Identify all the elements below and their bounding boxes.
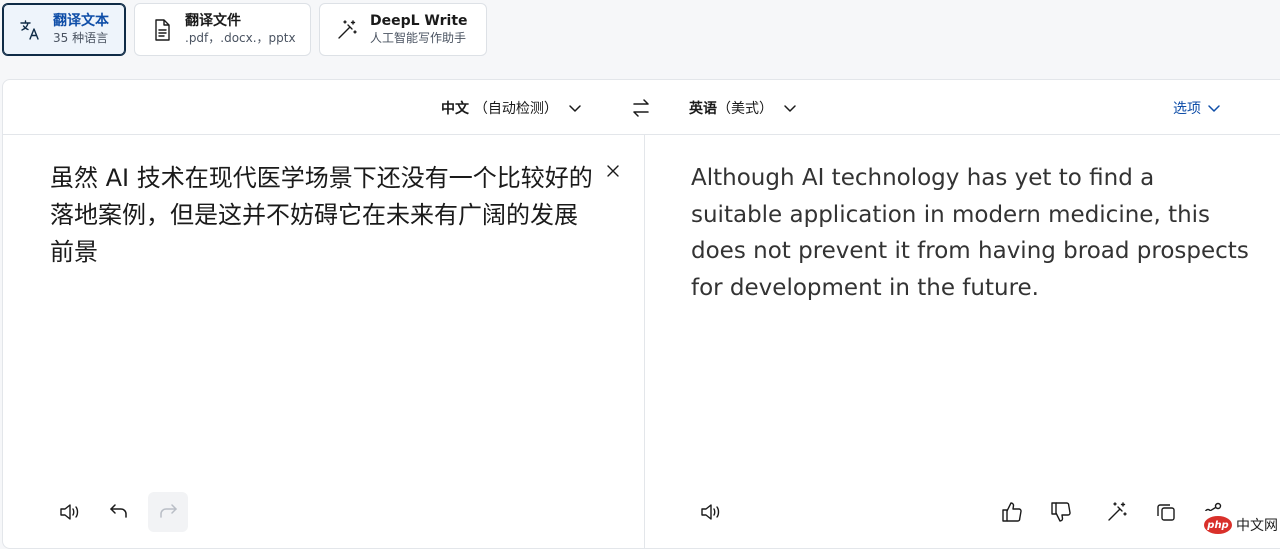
source-language-name: 中文: [441, 101, 469, 117]
close-icon: [604, 162, 622, 180]
chevron-down-icon: [568, 101, 582, 115]
tab-subtitle: .pdf，.docx.，pptx: [185, 31, 296, 46]
chevron-down-icon: [783, 101, 797, 115]
dislike-button[interactable]: [1041, 492, 1081, 532]
thumbs-down-icon: [1049, 500, 1073, 524]
copy-button[interactable]: [1146, 492, 1186, 532]
target-language-name: 英语: [689, 101, 717, 117]
redo-icon: [157, 501, 179, 523]
translator-panel: 中文 （自动检测） 英语（美式） 选项 虽然 AI 技术: [2, 79, 1280, 549]
undo-button[interactable]: [99, 492, 139, 532]
site-watermark: php 中文网: [1200, 511, 1280, 539]
speaker-icon: [699, 501, 723, 523]
tab-title: DeepL Write: [370, 13, 468, 31]
tab-title: 翻译文本: [53, 13, 109, 31]
options-button[interactable]: 选项: [1173, 98, 1221, 118]
mode-tabs: 翻译文本 35 种语言 翻译文件 .pdf，.docx.，pptx DeepL …: [2, 3, 487, 56]
target-language-select[interactable]: 英语（美式）: [689, 98, 797, 118]
tab-deepl-write[interactable]: DeepL Write 人工智能写作助手: [319, 3, 487, 56]
options-label: 选项: [1173, 98, 1201, 118]
chevron-down-icon: [1207, 101, 1221, 115]
tab-subtitle: 35 种语言: [53, 31, 109, 46]
thumbs-up-icon: [1000, 500, 1024, 524]
magic-wand-icon: [334, 17, 360, 43]
tab-translate-files[interactable]: 翻译文件 .pdf，.docx.，pptx: [134, 3, 311, 56]
listen-source-button[interactable]: [50, 492, 90, 532]
document-icon: [149, 17, 175, 43]
translate-text-icon: [17, 17, 43, 43]
improve-translation-button[interactable]: [1097, 492, 1137, 532]
source-language-select[interactable]: 中文 （自动检测）: [441, 98, 582, 118]
tab-subtitle: 人工智能写作助手: [370, 31, 468, 46]
language-bar: 中文 （自动检测） 英语（美式） 选项: [3, 80, 1280, 135]
clear-text-button[interactable]: [604, 162, 622, 180]
like-button[interactable]: [992, 492, 1032, 532]
undo-icon: [108, 501, 130, 523]
source-text-input[interactable]: 虽然 AI 技术在现代医学场景下还没有一个比较好的落地案例，但是这并不妨碍它在未…: [50, 160, 600, 271]
source-language-detail: （自动检测）: [474, 101, 558, 117]
speaker-icon: [58, 501, 82, 523]
copy-icon: [1155, 501, 1177, 523]
php-logo: php: [1204, 516, 1232, 534]
listen-translation-button[interactable]: [691, 492, 731, 532]
translated-text: Although AI technology has yet to find a…: [691, 160, 1251, 306]
swap-icon: [630, 97, 652, 119]
target-language-detail: （美式）: [717, 101, 773, 117]
watermark-text: 中文网: [1236, 515, 1278, 535]
swap-languages-button[interactable]: [630, 97, 652, 119]
panel-divider: [644, 135, 645, 548]
redo-button[interactable]: [148, 492, 188, 532]
wand-sparkle-icon: [1105, 500, 1129, 524]
tab-translate-text[interactable]: 翻译文本 35 种语言: [2, 3, 126, 56]
tab-title: 翻译文件: [185, 13, 296, 31]
